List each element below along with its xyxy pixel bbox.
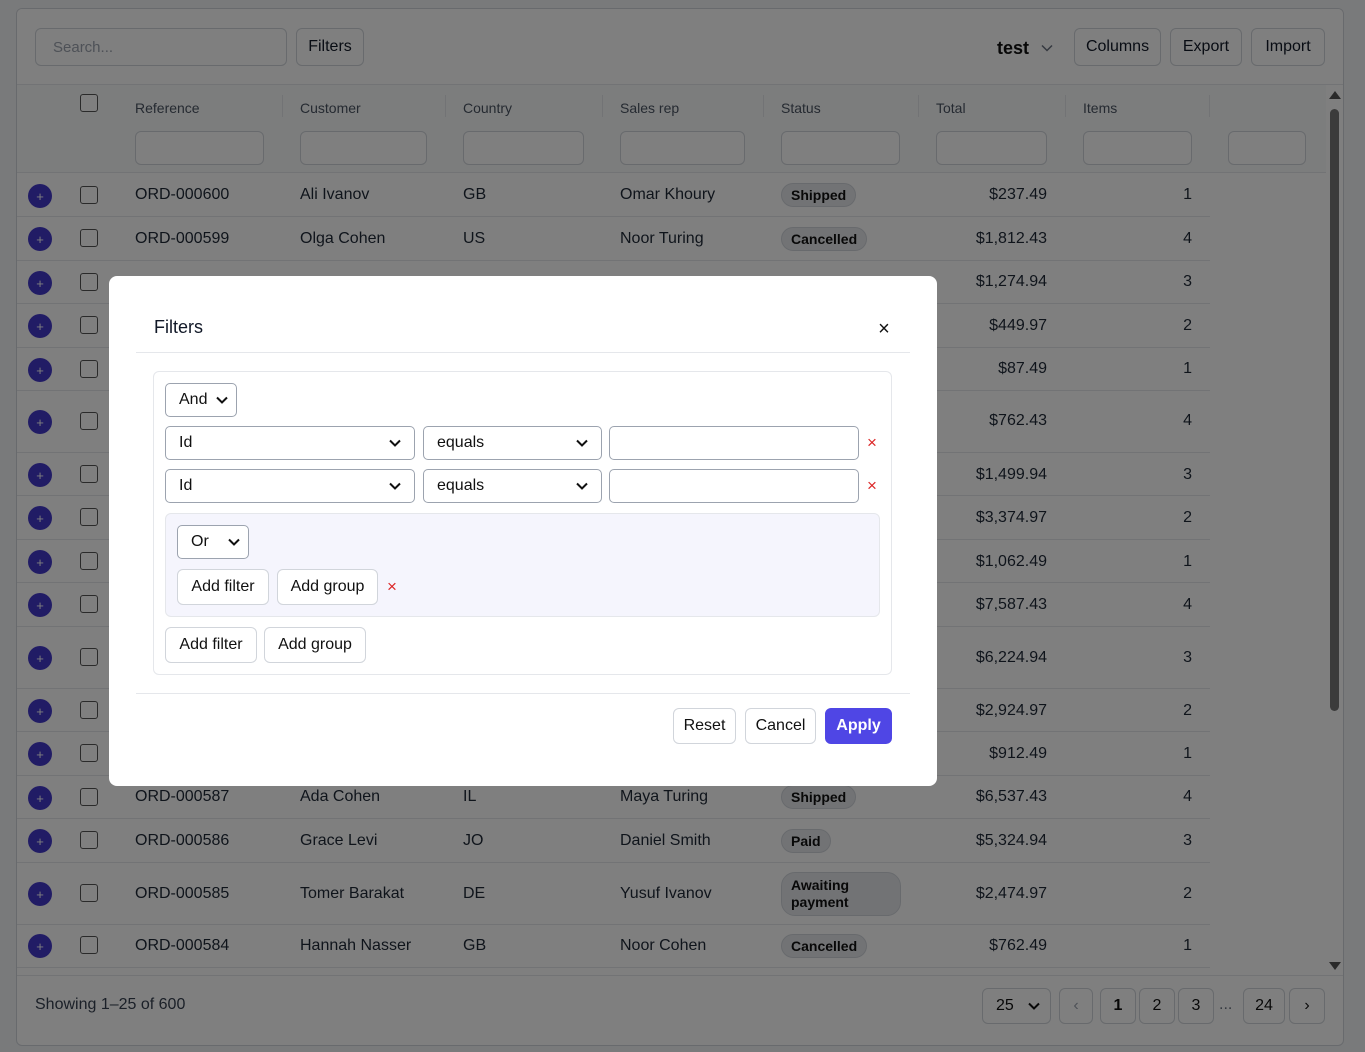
filter-subgroup: Or Add filter Add group × <box>165 513 880 617</box>
subgroup-operator-value: Or <box>191 533 209 550</box>
filter-group-root: And Id equals × Id equals × Or Add filte… <box>153 371 892 675</box>
condition-2-value-input[interactable] <box>609 469 859 503</box>
subgroup-operator-select[interactable]: Or <box>177 525 249 559</box>
chevron-down-icon <box>389 482 401 490</box>
remove-condition-1-icon[interactable]: × <box>865 433 879 452</box>
remove-subgroup-icon[interactable]: × <box>385 577 399 596</box>
root-operator-value: And <box>179 391 208 408</box>
chevron-down-icon <box>216 396 228 404</box>
chevron-down-icon <box>576 439 588 447</box>
cancel-button[interactable]: Cancel <box>745 708 816 744</box>
condition-1-operator-select[interactable]: equals <box>423 426 602 460</box>
condition-2-operator-value: equals <box>437 477 485 494</box>
root-operator-select[interactable]: And <box>165 383 237 417</box>
modal-footer-divider <box>136 693 910 694</box>
subgroup-add-filter-button[interactable]: Add filter <box>177 569 269 605</box>
reset-button[interactable]: Reset <box>673 708 736 744</box>
remove-condition-2-icon[interactable]: × <box>865 476 879 495</box>
apply-button[interactable]: Apply <box>825 708 892 744</box>
chevron-down-icon <box>389 439 401 447</box>
modal-title: Filters <box>154 317 203 337</box>
add-filter-button[interactable]: Add filter <box>165 627 257 663</box>
chevron-down-icon <box>228 538 240 546</box>
condition-2-operator-select[interactable]: equals <box>423 469 602 503</box>
filters-modal: Filters × And Id equals × Id equals × Or… <box>109 276 937 786</box>
condition-2-field-select[interactable]: Id <box>165 469 415 503</box>
subgroup-add-group-button[interactable]: Add group <box>277 569 378 605</box>
condition-1-operator-value: equals <box>437 434 485 451</box>
condition-2-field-value: Id <box>179 477 193 494</box>
modal-header-divider <box>136 352 910 353</box>
add-group-button[interactable]: Add group <box>264 627 366 663</box>
condition-1-field-value: Id <box>179 434 193 451</box>
chevron-down-icon <box>576 482 588 490</box>
close-icon[interactable]: × <box>873 318 895 340</box>
condition-1-field-select[interactable]: Id <box>165 426 415 460</box>
condition-1-value-input[interactable] <box>609 426 859 460</box>
